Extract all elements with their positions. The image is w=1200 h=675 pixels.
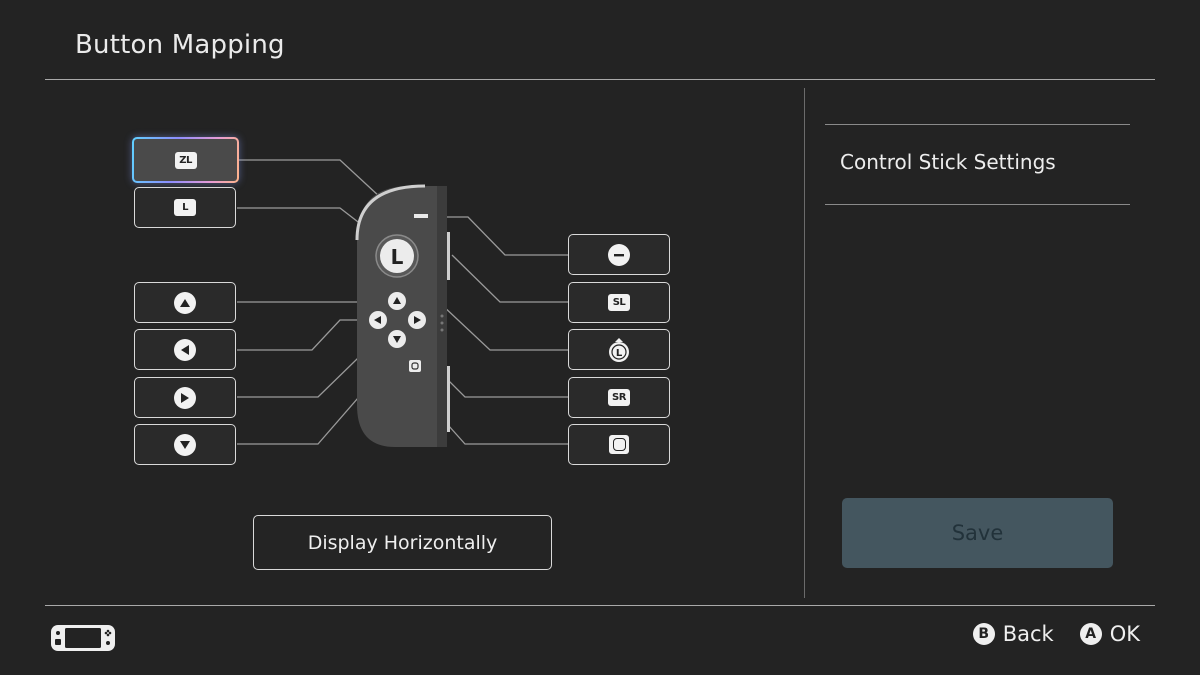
ok-label: OK [1109, 622, 1140, 646]
joycon-minus [414, 214, 428, 218]
a-button-icon: A [1079, 623, 1102, 645]
map-button-sl[interactable]: SL [568, 282, 670, 323]
joycon-diagram: L [237, 159, 568, 447]
stick-press-icon: L [609, 337, 629, 362]
map-button-up[interactable] [134, 282, 236, 323]
sr-button-icon: SR [608, 389, 630, 406]
footer-divider [45, 605, 1155, 606]
map-button-left[interactable] [134, 329, 236, 370]
save-button[interactable]: Save [842, 498, 1113, 568]
joycon-sl-rail [447, 232, 450, 280]
map-button-stick-press[interactable]: L [568, 329, 670, 370]
minus-button-icon [608, 243, 630, 266]
zl-button-icon: ZL [174, 151, 197, 169]
footer-hints: B Back A OK [972, 622, 1140, 646]
sl-button-icon: SL [608, 294, 630, 311]
sidebar-divider-bottom [825, 204, 1130, 205]
panel-divider [804, 88, 805, 598]
right-button-icon [174, 386, 196, 409]
map-button-sr[interactable]: SR [568, 377, 670, 418]
left-button-icon [174, 338, 196, 361]
b-button-icon: B [972, 623, 995, 645]
control-stick-settings-item[interactable]: Control Stick Settings [840, 150, 1056, 174]
back-hint[interactable]: B Back [972, 622, 1054, 646]
map-button-right[interactable] [134, 377, 236, 418]
map-button-l[interactable]: L [134, 187, 236, 228]
up-button-icon [174, 291, 196, 314]
svg-text:L: L [616, 348, 623, 359]
handheld-console-icon [51, 625, 115, 651]
down-button-icon [174, 433, 196, 456]
back-label: Back [1002, 622, 1054, 646]
l-button-icon: L [174, 199, 196, 216]
map-button-minus[interactable] [568, 234, 670, 275]
joycon-sr-rail [447, 366, 450, 432]
map-button-zl[interactable]: ZL [132, 137, 239, 183]
map-button-capture[interactable] [568, 424, 670, 465]
ok-hint[interactable]: A OK [1079, 622, 1140, 646]
sidebar-divider-top [825, 124, 1130, 125]
joycon-capture [409, 360, 421, 372]
capture-button-icon [609, 435, 629, 454]
joycon-stick-label: L [391, 245, 404, 269]
display-horizontally-button[interactable]: Display Horizontally [253, 515, 552, 570]
map-button-down[interactable] [134, 424, 236, 465]
